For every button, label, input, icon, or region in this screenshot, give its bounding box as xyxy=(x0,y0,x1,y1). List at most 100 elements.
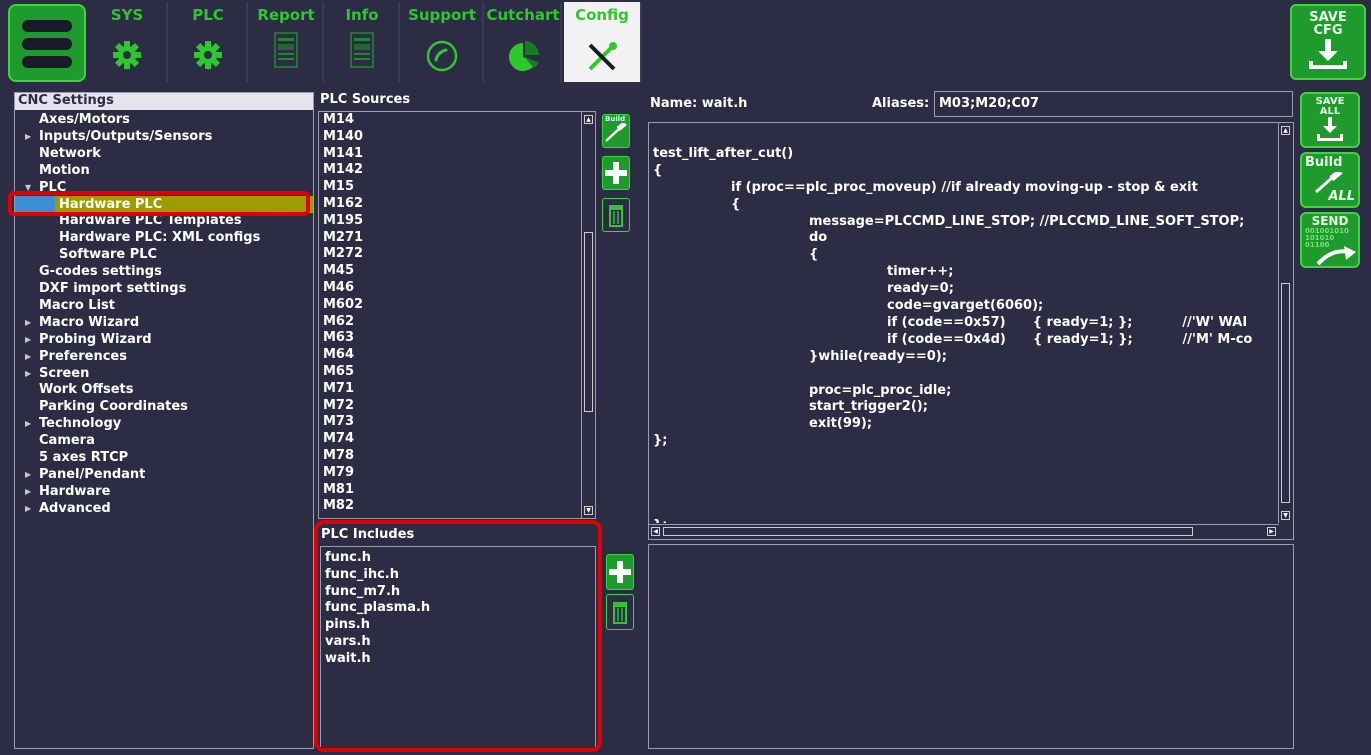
plc-source-item[interactable]: M62 xyxy=(319,314,595,331)
tree-item[interactable]: Parking Coordinates xyxy=(39,398,188,415)
plc-source-item[interactable]: M63 xyxy=(319,330,595,347)
plc-sources-list[interactable]: M14 M140 M141 M142 M15 M162 M195 M271 M272 M45 M46… xyxy=(318,111,596,519)
menu-bar-icon xyxy=(22,56,72,68)
plc-source-item[interactable]: M271 xyxy=(319,230,595,247)
tree-item[interactable]: Macro List xyxy=(39,297,115,314)
plus-icon xyxy=(609,561,631,583)
expand-right-icon[interactable]: ▶ xyxy=(25,132,31,141)
settings-tree-body: Axes/Motors ▶ Inputs/Outputs/Sensors Networ… xyxy=(15,111,313,611)
expand-right-icon[interactable]: ▶ xyxy=(25,419,31,428)
tab-config[interactable]: Config xyxy=(564,2,642,82)
plc-source-item[interactable]: M142 xyxy=(319,162,595,179)
expand-right-icon[interactable]: ▶ xyxy=(25,369,31,378)
plc-sources-scrollbar[interactable]: ▲ ▼ xyxy=(581,112,595,518)
tree-item[interactable]: Advanced xyxy=(39,500,111,517)
tree-item[interactable]: G-codes settings xyxy=(39,263,162,280)
plc-source-item[interactable]: M602 xyxy=(319,297,595,314)
plc-source-item[interactable]: M272 xyxy=(319,246,595,263)
plc-source-item[interactable]: M14 xyxy=(319,112,595,129)
tree-item[interactable]: Axes/Motors xyxy=(39,111,130,128)
expand-right-icon[interactable]: ▶ xyxy=(25,470,31,479)
plc-source-item[interactable]: M78 xyxy=(319,448,595,465)
plc-source-item[interactable]: M81 xyxy=(319,482,595,499)
tab-plc[interactable]: PLC xyxy=(170,2,248,82)
tree-item[interactable]: DXF import settings xyxy=(39,280,186,297)
plc-source-item[interactable]: M74 xyxy=(319,431,595,448)
settings-tree-header: CNC Settings xyxy=(15,93,313,110)
tree-item[interactable]: Inputs/Outputs/Sensors xyxy=(39,128,212,145)
tree-item[interactable]: Macro Wizard xyxy=(39,314,139,331)
add-include-button[interactable] xyxy=(606,554,634,590)
plc-source-item[interactable]: M71 xyxy=(319,381,595,398)
tree-item[interactable]: 5 axes RTCP xyxy=(39,449,128,466)
delete-include-button[interactable] xyxy=(606,594,634,630)
plc-source-item[interactable]: M64 xyxy=(319,347,595,364)
plc-source-item[interactable]: M46 xyxy=(319,280,595,297)
scroll-thumb[interactable] xyxy=(1281,283,1290,503)
gear-icon xyxy=(193,40,223,74)
plc-sources-header: PLC Sources xyxy=(320,92,411,107)
tab-label: PLC xyxy=(192,6,224,24)
download-icon xyxy=(1292,39,1364,75)
tree-item[interactable]: Probing Wizard xyxy=(39,331,152,348)
tree-item[interactable]: Camera xyxy=(39,432,95,449)
scroll-up-icon[interactable]: ▲ xyxy=(1281,126,1290,135)
plc-source-item[interactable]: M140 xyxy=(319,129,595,146)
tree-item[interactable]: Software PLC xyxy=(59,246,157,263)
scroll-left-icon[interactable]: ◀ xyxy=(651,527,660,536)
code-vertical-scrollbar[interactable]: ▲ ▼ xyxy=(1278,123,1293,523)
scroll-right-icon[interactable]: ▶ xyxy=(1267,527,1276,536)
delete-source-button[interactable] xyxy=(602,198,630,232)
plc-source-item[interactable]: M82 xyxy=(319,498,595,515)
plc-source-item[interactable]: M73 xyxy=(319,414,595,431)
code-line: { xyxy=(653,162,663,178)
plc-source-item[interactable]: M15 xyxy=(319,179,595,196)
code-line: { xyxy=(809,247,819,263)
save-all-button[interactable]: SAVE ALL xyxy=(1300,92,1360,148)
aliases-input[interactable]: M03;M20;C07 xyxy=(934,91,1293,117)
tab-cutchart[interactable]: Cutchart xyxy=(486,2,562,82)
tree-item[interactable]: Preferences xyxy=(39,348,127,365)
tree-item[interactable]: Hardware xyxy=(39,483,110,500)
scroll-up-icon[interactable]: ▲ xyxy=(584,115,593,124)
build-source-label: Build xyxy=(605,115,626,123)
plc-source-item[interactable]: M162 xyxy=(319,196,595,213)
tree-item[interactable]: Work Offsets xyxy=(39,381,133,398)
code-horizontal-scrollbar[interactable]: ◀ ▶ xyxy=(649,524,1279,539)
save-cfg-button[interactable]: SAVE CFG xyxy=(1290,4,1366,80)
scroll-down-icon[interactable]: ▼ xyxy=(1281,511,1290,520)
tab-info[interactable]: Info xyxy=(326,2,400,82)
plc-source-item[interactable]: M72 xyxy=(319,398,595,415)
tab-sys[interactable]: SYS xyxy=(88,2,168,82)
report-icon xyxy=(274,32,298,72)
build-source-button[interactable]: Build xyxy=(602,114,630,148)
expand-right-icon[interactable]: ▶ xyxy=(25,487,31,496)
plc-source-item[interactable]: M141 xyxy=(319,146,595,163)
add-source-button[interactable] xyxy=(602,156,630,190)
expand-right-icon[interactable]: ▶ xyxy=(25,352,31,361)
plc-source-item[interactable]: M79 xyxy=(319,465,595,482)
scroll-thumb[interactable] xyxy=(584,232,593,412)
main-menu-button[interactable] xyxy=(8,4,86,82)
send-button[interactable]: SEND 001001010 101010 01100 xyxy=(1300,212,1360,268)
tree-item[interactable]: Screen xyxy=(39,365,89,382)
expand-right-icon[interactable]: ▶ xyxy=(25,504,31,513)
plc-source-item[interactable]: M65 xyxy=(319,364,595,381)
code-editor[interactable]: test_lift_after_cut(){if (proc==plc_proc… xyxy=(648,122,1294,540)
build-all-button[interactable]: Build ALL xyxy=(1300,152,1360,208)
tab-report[interactable]: Report xyxy=(250,2,324,82)
scroll-down-icon[interactable]: ▼ xyxy=(584,506,593,515)
scroll-thumb[interactable] xyxy=(663,527,1193,536)
tree-item[interactable]: Panel/Pendant xyxy=(39,466,145,483)
expand-right-icon[interactable]: ▶ xyxy=(25,335,31,344)
tree-item[interactable]: Hardware PLC: XML configs xyxy=(59,229,260,246)
plc-source-item[interactable]: M195 xyxy=(319,213,595,230)
tree-item[interactable]: Network xyxy=(39,145,101,162)
tree-item[interactable]: Motion xyxy=(39,162,90,179)
send-arrow-icon xyxy=(1316,244,1358,270)
tab-support[interactable]: Support xyxy=(402,2,484,82)
plc-source-item[interactable]: M45 xyxy=(319,263,595,280)
tab-label: Info xyxy=(345,6,379,24)
expand-right-icon[interactable]: ▶ xyxy=(25,318,31,327)
tree-item[interactable]: Technology xyxy=(39,415,121,432)
